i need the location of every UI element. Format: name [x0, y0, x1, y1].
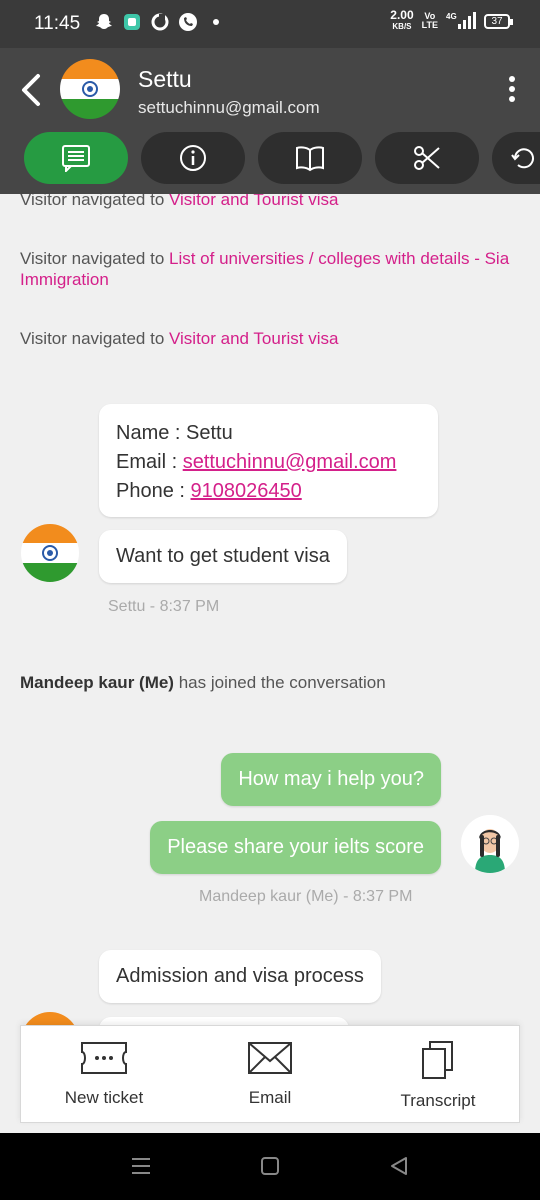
navigation-event: Visitor navigated to List of universitie… — [20, 249, 510, 289]
visitor-phone-link[interactable]: 9108026450 — [191, 480, 302, 502]
phone-icon — [179, 13, 197, 31]
net-speed: 2.00 KB/S — [390, 8, 414, 31]
info-icon — [180, 145, 206, 171]
back-button[interactable] — [14, 68, 50, 112]
book-icon — [296, 146, 324, 172]
battery-icon: 37 — [484, 13, 513, 29]
app-icon — [124, 14, 140, 30]
scissors-icon — [414, 146, 440, 170]
history-icon — [511, 148, 534, 169]
dot-icon — [213, 19, 219, 25]
agent-message: Please share your ielts score — [150, 821, 441, 874]
data-saver-icon — [151, 13, 169, 31]
message-meta: Mandeep kaur (Me) - 8:37 PM — [199, 888, 413, 905]
chat-actions-panel: New ticket Email Transcript — [20, 1025, 520, 1123]
message-meta: Settu - 8:37 PM — [108, 598, 220, 615]
copy-icon — [422, 1041, 453, 1079]
page-link[interactable]: Visitor and Tourist visa — [169, 194, 338, 209]
visitor-name: Settu — [186, 422, 233, 444]
notification-icons — [94, 12, 226, 32]
email-button[interactable]: Email — [187, 1026, 353, 1124]
agent-avatar — [461, 815, 519, 873]
agent-avatar-icon — [461, 815, 519, 873]
back-arrow-icon — [22, 74, 40, 106]
more-options-button[interactable] — [506, 76, 518, 106]
chat-icon — [62, 145, 90, 172]
status-bar: 11:45 2.00 KB/S Vo LTE 4G 37 — [0, 0, 540, 48]
snapchat-icon — [96, 14, 112, 29]
tab-chat[interactable] — [24, 132, 128, 184]
back-nav-icon[interactable] — [388, 1155, 410, 1177]
chat-header: Settu settuchinnu@gmail.com — [0, 48, 540, 194]
tab-info[interactable] — [141, 132, 245, 184]
volte-indicator: Vo LTE — [421, 11, 438, 30]
visitor-email-link[interactable]: settuchinnu@gmail.com — [183, 451, 397, 473]
new-ticket-button[interactable]: New ticket — [21, 1026, 187, 1124]
tab-knowledge[interactable] — [258, 132, 362, 184]
header-tabs — [24, 132, 540, 184]
home-icon[interactable] — [259, 1155, 281, 1177]
transcript-button[interactable]: Transcript — [355, 1026, 521, 1124]
join-event: Mandeep kaur (Me) has joined the convers… — [20, 673, 386, 692]
ticket-icon — [81, 1042, 127, 1074]
tab-history[interactable] — [492, 132, 540, 184]
visitor-message: Want to get student visa — [99, 530, 347, 583]
contact-name: Settu — [138, 66, 192, 92]
system-nav-bar — [0, 1133, 540, 1200]
contact-email: settuchinnu@gmail.com — [138, 98, 320, 117]
svg-text:4G: 4G — [446, 12, 457, 21]
chat-area[interactable]: Visitor navigated to Visitor and Tourist… — [0, 194, 540, 1130]
visitor-avatar — [21, 524, 79, 582]
status-time: 11:45 — [34, 13, 81, 34]
envelope-icon — [248, 1042, 292, 1074]
status-right: 2.00 KB/S Vo LTE 4G 37 — [390, 8, 513, 32]
agent-message: How may i help you? — [221, 753, 441, 806]
visitor-info-card: Name : Settu Email : settuchinnu@gmail.c… — [99, 404, 438, 517]
tab-canned[interactable] — [375, 132, 479, 184]
page-link[interactable]: Visitor and Tourist visa — [169, 329, 338, 348]
navigation-event: Visitor navigated to Visitor and Tourist… — [20, 329, 339, 348]
navigation-event: Visitor navigated to Visitor and Tourist… — [20, 194, 520, 210]
visitor-message: Admission and visa process — [99, 950, 381, 1003]
recents-icon[interactable] — [130, 1155, 152, 1177]
signal-icon: 4G — [446, 12, 476, 29]
visitor-avatar[interactable] — [60, 59, 120, 119]
